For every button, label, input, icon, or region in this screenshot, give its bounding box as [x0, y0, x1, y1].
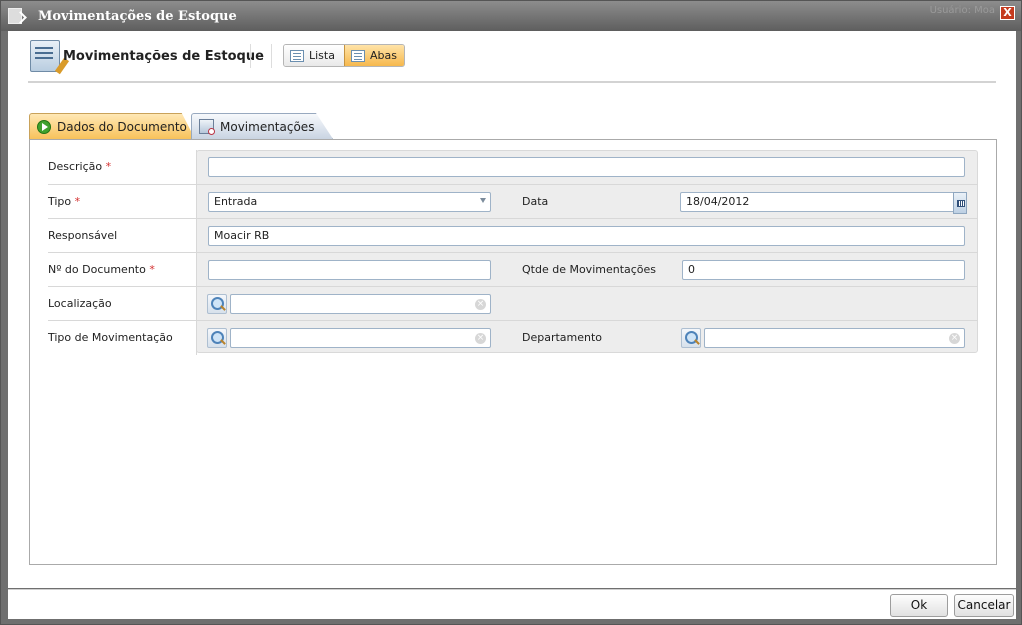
row-tipo: Tipo * Entrada Data 18/04/2012 [48, 184, 978, 219]
clear-icon[interactable]: × [949, 333, 960, 344]
title-bar[interactable]: Movimentações de Estoque Usuário: Moa X [1, 1, 1021, 31]
num-documento-label: Nº do Documento * [48, 263, 155, 276]
clear-icon[interactable]: × [475, 333, 486, 344]
cancel-button[interactable]: Cancelar [954, 594, 1014, 617]
departamento-label: Departamento [522, 331, 603, 344]
tab-label: Dados do Documento [57, 119, 187, 134]
dialog-footer: Ok Cancelar [8, 589, 1016, 619]
tab-movimentacoes[interactable]: Movimentações [191, 113, 333, 139]
abas-label: Abas [370, 49, 397, 62]
tabs-icon [351, 49, 365, 62]
ok-button[interactable]: Ok [890, 594, 948, 617]
page-title: Movimentações de Estoque [63, 49, 264, 64]
row-divider [196, 185, 197, 219]
play-icon [37, 119, 51, 134]
close-button[interactable]: X [1000, 6, 1015, 20]
data-input[interactable]: 18/04/2012 [680, 192, 967, 214]
tab-panel: Descrição * Tipo * Entrada Data 18/04/20… [29, 139, 997, 565]
row-num-documento: Nº do Documento * Qtde de Movimentações … [48, 252, 978, 287]
tipo-movimentacao-search-icon[interactable] [207, 328, 227, 348]
qtde-movimentacoes-input[interactable]: 0 [682, 260, 965, 280]
divider [250, 44, 251, 68]
row-divider [196, 150, 197, 184]
localizacao-label: Localização [48, 297, 112, 310]
tab-label: Movimentações [220, 119, 315, 134]
row-localizacao: Localização × [48, 286, 978, 321]
row-tipo-movimentacao: Tipo de Movimentação × Departamento × [48, 320, 978, 355]
tipo-movimentacao-label: Tipo de Movimentação [48, 331, 173, 344]
user-info: Usuário: Moa [929, 5, 995, 16]
divider [271, 44, 272, 68]
lista-view-button[interactable]: Lista [284, 45, 344, 66]
tipo-value: Entrada [214, 195, 258, 208]
descricao-label: Descrição * [48, 160, 112, 173]
dialog-content: Movimentações de Estoque Lista Abas Dado… [8, 31, 1016, 588]
window-title: Movimentações de Estoque [38, 9, 237, 24]
abas-view-button[interactable]: Abas [344, 45, 404, 66]
row-responsavel: Responsável Moacir RB [48, 218, 978, 253]
tab-dados-do-documento[interactable]: Dados do Documento [29, 113, 195, 139]
list-icon [290, 49, 304, 62]
departamento-search-icon[interactable] [681, 328, 701, 348]
data-label: Data [522, 195, 549, 208]
tipo-select[interactable]: Entrada [208, 192, 491, 212]
localizacao-input[interactable]: × [230, 294, 491, 314]
row-divider [196, 253, 197, 287]
clear-icon[interactable]: × [475, 299, 486, 310]
dialog-window: Movimentações de Estoque Usuário: Moa X … [0, 0, 1022, 625]
tipo-movimentacao-input[interactable]: × [230, 328, 491, 348]
descricao-input[interactable] [208, 157, 965, 177]
window-icon [8, 8, 22, 24]
lista-label: Lista [309, 49, 335, 62]
view-toggle: Lista Abas [283, 44, 405, 67]
departamento-input[interactable]: × [704, 328, 965, 348]
responsavel-label: Responsável [48, 229, 118, 242]
chevron-down-icon [480, 198, 486, 203]
tipo-label: Tipo * [48, 195, 81, 208]
localizacao-search-icon[interactable] [207, 294, 227, 314]
row-divider [196, 321, 197, 355]
data-value: 18/04/2012 [686, 195, 750, 208]
row-divider [196, 219, 197, 253]
document-icon [199, 119, 215, 135]
notebook-icon [30, 40, 60, 72]
row-descricao: Descrição * [48, 150, 978, 184]
responsavel-input[interactable]: Moacir RB [208, 226, 965, 246]
header-separator [28, 81, 996, 83]
num-documento-input[interactable] [208, 260, 491, 280]
calendar-icon[interactable] [953, 192, 967, 214]
row-divider [196, 287, 197, 321]
qtde-movimentacoes-label: Qtde de Movimentações [522, 263, 657, 276]
